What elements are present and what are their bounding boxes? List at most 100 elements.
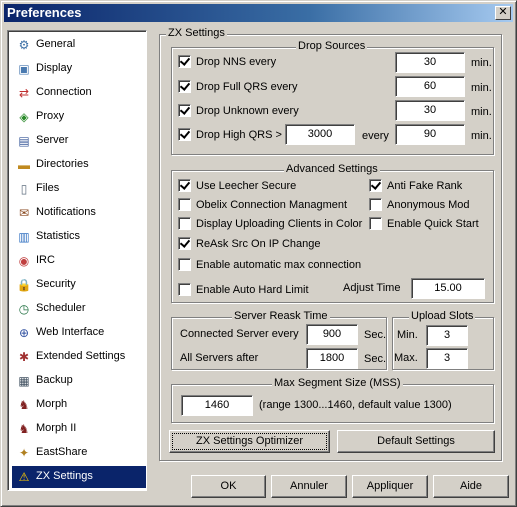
sidebar-item-scheduler[interactable]: ◷ Scheduler bbox=[12, 298, 146, 320]
zx-settings-title: ZX Settings bbox=[166, 27, 227, 39]
auto-hard-limit-checkbox[interactable] bbox=[178, 283, 191, 296]
anonymous-mod-label: Anonymous Mod bbox=[387, 199, 470, 211]
sidebar-item-connection[interactable]: ⇄ Connection bbox=[12, 82, 146, 104]
sidebar-item-eastshare[interactable]: ✦ EastShare bbox=[12, 442, 146, 464]
sidebar-item-label: Display bbox=[36, 62, 73, 74]
sidebar-item-label: General bbox=[36, 38, 76, 50]
slots-min-label: Min. bbox=[397, 329, 418, 341]
preferences-window: Preferences ✕ ⚙ General ▣ Display ⇄ Connectio… bbox=[0, 0, 517, 507]
auto-max-conn-checkbox[interactable] bbox=[178, 258, 191, 271]
adjust-time-label: Adjust Time bbox=[343, 282, 401, 294]
sidebar-item-backup[interactable]: ▦ Backup bbox=[12, 370, 146, 392]
mss-input[interactable]: 1460 bbox=[181, 395, 253, 416]
sidebar-item-label: Morph bbox=[36, 398, 68, 410]
sidebar-item-label: Server bbox=[36, 134, 69, 146]
drop-full-qrs-checkbox[interactable] bbox=[178, 80, 191, 93]
sidebar-item-label: Directories bbox=[36, 158, 89, 170]
sidebar-item-web-interface[interactable]: ⊕ Web Interface bbox=[12, 322, 146, 344]
server-icon: ▤ bbox=[18, 134, 30, 148]
all-servers-label: All Servers after bbox=[180, 352, 259, 364]
sidebar-item-label: Morph II bbox=[36, 422, 77, 434]
sidebar-item-label: Connection bbox=[36, 86, 92, 98]
eastshare-icon: ✦ bbox=[18, 446, 30, 460]
drop-sources-title: Drop Sources bbox=[296, 40, 368, 52]
cancel-button[interactable]: Annuler bbox=[271, 475, 347, 498]
sidebar-item-extended-settings[interactable]: ✱ Extended Settings bbox=[12, 346, 146, 368]
default-settings-button[interactable]: Default Settings bbox=[337, 430, 495, 453]
sidebar-item-zx-settings[interactable]: ⚠ ZX Settings bbox=[12, 466, 146, 488]
sidebar-item-statistics[interactable]: ▥ Statistics bbox=[12, 226, 146, 248]
drop-full-qrs-input[interactable]: 60 bbox=[395, 76, 465, 97]
drop-unknown-input[interactable]: 30 bbox=[395, 100, 465, 121]
drop-unknown-checkbox[interactable] bbox=[178, 104, 191, 117]
apply-button[interactable]: Appliquer bbox=[352, 475, 428, 498]
sidebar-item-general[interactable]: ⚙ General bbox=[12, 34, 146, 56]
drop-high-qrs-checkbox[interactable] bbox=[178, 128, 191, 141]
zx-settings-optimizer-button[interactable]: ZX Settings Optimizer bbox=[169, 430, 330, 453]
statistics-icon: ▥ bbox=[18, 230, 30, 244]
leecher-secure-checkbox[interactable] bbox=[178, 179, 191, 192]
sidebar-item-directories[interactable]: ▬ Directories bbox=[12, 154, 146, 176]
drop-nns-input[interactable]: 30 bbox=[395, 52, 465, 73]
drop-nns-checkbox[interactable] bbox=[178, 55, 191, 68]
auto-hard-limit-label: Enable Auto Hard Limit bbox=[196, 284, 309, 296]
title-bar[interactable]: Preferences ✕ bbox=[4, 4, 513, 22]
sidebar-item-security[interactable]: 🔒 Security bbox=[12, 274, 146, 296]
globe-icon: ⊕ bbox=[18, 326, 30, 340]
drop-high-qrs-unit: min. bbox=[471, 130, 492, 142]
drop-full-qrs-unit: min. bbox=[471, 82, 492, 94]
advanced-settings-title: Advanced Settings bbox=[284, 163, 380, 175]
drop-high-qrs-input[interactable]: 90 bbox=[395, 124, 465, 145]
drop-nns-unit: min. bbox=[471, 57, 492, 69]
backup-icon: ▦ bbox=[18, 374, 30, 388]
obelix-checkbox[interactable] bbox=[178, 198, 191, 211]
proxy-icon: ◈ bbox=[19, 110, 29, 124]
anonymous-mod-checkbox[interactable] bbox=[369, 198, 382, 211]
general-icon: ⚙ bbox=[18, 38, 30, 52]
sidebar-item-label: Files bbox=[36, 182, 60, 194]
sidebar-item-morph[interactable]: ♞ Morph bbox=[12, 394, 146, 416]
sidebar-item-label: Proxy bbox=[36, 110, 65, 122]
all-servers-input[interactable]: 1800 bbox=[306, 348, 358, 369]
sidebar-item-label: Notifications bbox=[36, 206, 96, 218]
display-uploading-checkbox[interactable] bbox=[178, 217, 191, 230]
irc-icon: ◉ bbox=[18, 254, 30, 268]
sidebar[interactable]: ⚙ General ▣ Display ⇄ Connection ◈ Proxy ▤ Server… bbox=[7, 30, 147, 491]
connected-server-input[interactable]: 900 bbox=[306, 324, 358, 345]
sidebar-item-server[interactable]: ▤ Server bbox=[12, 130, 146, 152]
drop-high-qrs-label: Drop High QRS > bbox=[196, 129, 282, 141]
anti-fake-rank-checkbox[interactable] bbox=[369, 179, 382, 192]
anti-fake-rank-label: Anti Fake Rank bbox=[387, 180, 463, 192]
adjust-time-input[interactable]: 15.00 bbox=[411, 278, 485, 299]
sidebar-item-label: Scheduler bbox=[36, 302, 86, 314]
sidebar-item-morph-ii[interactable]: ♞ Morph II bbox=[12, 418, 146, 440]
notifications-icon: ✉ bbox=[18, 206, 30, 220]
slots-min-input[interactable]: 3 bbox=[426, 325, 468, 346]
sidebar-item-notifications[interactable]: ✉ Notifications bbox=[12, 202, 146, 224]
sidebar-item-files[interactable]: ▯ Files bbox=[12, 178, 146, 200]
close-button[interactable]: ✕ bbox=[495, 6, 511, 20]
help-button[interactable]: Aide bbox=[433, 475, 509, 498]
drop-high-qrs-threshold-input[interactable]: 3000 bbox=[285, 124, 355, 145]
slots-max-input[interactable]: 3 bbox=[426, 348, 468, 369]
display-icon: ▣ bbox=[18, 62, 30, 76]
sidebar-item-irc[interactable]: ◉ IRC bbox=[12, 250, 146, 272]
quick-start-label: Enable Quick Start bbox=[387, 218, 479, 230]
sidebar-item-proxy[interactable]: ◈ Proxy bbox=[12, 106, 146, 128]
connected-server-label: Connected Server every bbox=[180, 328, 299, 340]
drop-high-qrs-every-label: every bbox=[362, 130, 389, 142]
server-reask-title: Server Reask Time bbox=[232, 310, 330, 322]
reask-checkbox[interactable] bbox=[178, 237, 191, 250]
obelix-label: Obelix Connection Managment bbox=[196, 199, 348, 211]
lock-icon: 🔒 bbox=[16, 278, 32, 292]
all-servers-unit: Sec. bbox=[364, 353, 387, 365]
drop-nns-label: Drop NNS every bbox=[196, 56, 277, 68]
display-uploading-label: Display Uploading Clients in Color bbox=[196, 218, 363, 230]
reask-label: ReAsk Src On IP Change bbox=[196, 238, 321, 250]
connected-server-unit: Sec. bbox=[364, 329, 387, 341]
morph-icon: ♞ bbox=[18, 398, 30, 412]
ok-button[interactable]: OK bbox=[191, 475, 266, 498]
quick-start-checkbox[interactable] bbox=[369, 217, 382, 230]
slots-max-label: Max. bbox=[394, 352, 418, 364]
sidebar-item-display[interactable]: ▣ Display bbox=[12, 58, 146, 80]
